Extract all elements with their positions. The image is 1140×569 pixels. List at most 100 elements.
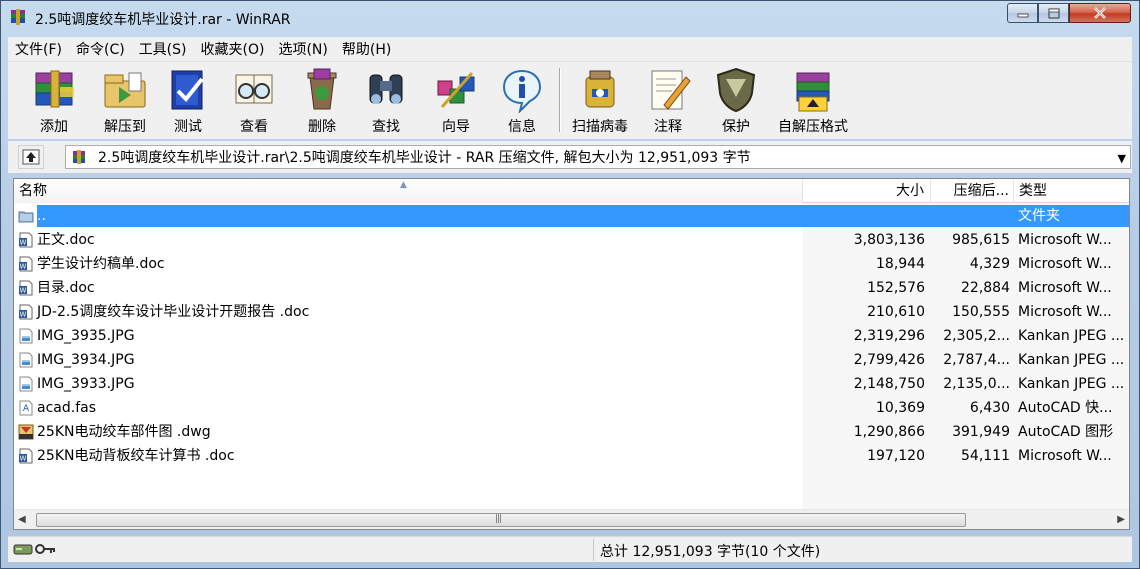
file-name: 目录.doc — [37, 280, 95, 296]
file-type: Kankan JPEG ... — [1018, 352, 1125, 368]
horizontal-scrollbar[interactable]: ◀ ||| ▶ — [14, 509, 1129, 529]
wizard-button[interactable]: 向导 — [426, 66, 486, 136]
file-type: Microsoft W... — [1018, 256, 1112, 272]
up-one-level-button[interactable] — [18, 145, 44, 169]
file-packed-size: 2,787,4... — [943, 352, 1010, 368]
svg-text:W: W — [20, 455, 27, 463]
find-icon — [360, 66, 412, 113]
extract-to-button[interactable]: 解压到 — [92, 66, 158, 136]
svg-text:W: W — [20, 239, 27, 247]
file-name: IMG_3934.JPG — [37, 352, 135, 368]
file-row[interactable]: IMG_3935.JPG 2,319,296 2,305,2... Kankan JP… — [14, 324, 1129, 348]
file-row[interactable]: 25KN电动绞车部件图 .dwg 1,290,866 391,949 AutoCAD … — [14, 420, 1129, 444]
file-name: 25KN电动绞车部件图 .dwg — [37, 424, 211, 440]
menu-favorites[interactable]: 收藏夹(O) — [194, 39, 272, 59]
file-packed-size: 2,305,2... — [943, 328, 1010, 344]
column-header-type[interactable]: 类型 — [1014, 179, 1129, 203]
file-name-cell: .. — [14, 204, 803, 228]
minimize-button[interactable] — [1007, 3, 1038, 23]
menu-help[interactable]: 帮助(H) — [335, 39, 398, 59]
up-arrow-icon — [22, 149, 40, 165]
file-row[interactable]: W 学生设计约稿单.doc 18,944 4,329 Microsoft W... — [14, 252, 1129, 276]
archive-icon — [73, 150, 85, 164]
file-row[interactable]: W 目录.doc 152,576 22,884 Microsoft W... — [14, 276, 1129, 300]
info-label: 信息 — [508, 119, 536, 135]
scroll-right-icon[interactable]: ▶ — [1117, 514, 1125, 525]
winrar-app-icon — [11, 9, 25, 25]
status-separator — [593, 539, 594, 561]
dwg-file-icon — [18, 424, 34, 440]
file-size: 2,319,296 — [853, 328, 925, 344]
key-icon[interactable] — [35, 542, 57, 556]
file-name-cell: W JD-2.5调度绞车设计毕业设计开题报告 .doc — [14, 300, 803, 324]
add-button[interactable]: 添加 — [24, 66, 84, 136]
file-size: 10,369 — [876, 400, 925, 416]
view-button[interactable]: 查看 — [224, 66, 284, 136]
file-name-cell: W 目录.doc — [14, 276, 803, 300]
column-name-label: 名称 — [19, 183, 47, 199]
file-row[interactable]: W 正文.doc 3,803,136 985,615 Microsoft W... — [14, 228, 1129, 252]
menu-tools[interactable]: 工具(S) — [132, 39, 194, 59]
file-name-cell: IMG_3935.JPG — [14, 324, 803, 348]
scroll-left-icon[interactable]: ◀ — [18, 514, 26, 525]
status-icons — [13, 542, 57, 556]
sort-ascending-icon: ▲ — [400, 180, 407, 190]
test-icon — [162, 66, 214, 113]
file-packed-size: 6,430 — [969, 400, 1010, 416]
file-name: 25KN电动背板绞车计算书 .doc — [37, 448, 235, 464]
jpeg-icon — [18, 376, 34, 392]
window-title: 2.5吨调度绞车机毕业设计.rar - WinRAR — [35, 12, 291, 28]
menu-commands[interactable]: 命令(C) — [69, 39, 132, 59]
info-button[interactable]: 信息 — [492, 66, 552, 136]
file-row[interactable]: IMG_3934.JPG 2,799,426 2,787,4... Kankan JP… — [14, 348, 1129, 372]
file-packed-size: 150,555 — [952, 304, 1010, 320]
maximize-button[interactable] — [1038, 3, 1069, 23]
virus-scan-icon — [574, 66, 626, 113]
close-button[interactable] — [1069, 3, 1131, 23]
svg-text:W: W — [20, 287, 27, 295]
delete-label: 删除 — [308, 119, 336, 135]
chevron-down-icon[interactable]: ▼ — [1118, 152, 1126, 165]
grip-icon: ||| — [495, 514, 502, 524]
virus-scan-label: 扫描病毒 — [572, 119, 628, 135]
file-size: 3,803,136 — [853, 232, 925, 248]
file-size: 2,148,750 — [853, 376, 925, 392]
file-type: Microsoft W... — [1018, 232, 1112, 248]
sfx-button[interactable]: 自解压格式 — [770, 66, 856, 136]
scrollbar-thumb[interactable]: ||| — [36, 513, 966, 527]
file-name: IMG_3935.JPG — [37, 328, 135, 344]
minimize-icon — [1017, 13, 1028, 18]
file-row[interactable]: W 25KN电动背板绞车计算书 .doc 197,120 54,111 Microsof… — [14, 444, 1129, 468]
title-bar[interactable]: 2.5吨调度绞车机毕业设计.rar - WinRAR — [1, 1, 1139, 35]
file-name: 正文.doc — [37, 232, 95, 248]
sfx-icon — [787, 66, 839, 113]
column-header-name[interactable]: 名称 ▲ — [14, 179, 803, 203]
menu-file[interactable]: 文件(F) — [8, 39, 69, 59]
test-button[interactable]: 测试 — [158, 66, 218, 136]
file-row[interactable]: W JD-2.5调度绞车设计毕业设计开题报告 .doc 210,610 150,555… — [14, 300, 1129, 324]
comment-button[interactable]: 注释 — [638, 66, 698, 136]
protect-button[interactable]: 保护 — [706, 66, 766, 136]
drive-icon[interactable] — [13, 542, 33, 556]
comment-label: 注释 — [654, 119, 682, 135]
parent-folder-row[interactable]: .. 文件夹 — [14, 204, 1129, 228]
delete-button[interactable]: 删除 — [292, 66, 352, 136]
svg-text:A: A — [23, 404, 30, 414]
address-path: 2.5吨调度绞车机毕业设计.rar\2.5吨调度绞车机毕业设计 - RAR 压缩… — [98, 150, 751, 166]
file-row[interactable]: IMG_3933.JPG 2,148,750 2,135,0... Kankan JP… — [14, 372, 1129, 396]
view-label: 查看 — [240, 119, 268, 135]
find-button[interactable]: 查找 — [356, 66, 416, 136]
column-header-packed[interactable]: 压缩后... — [931, 179, 1014, 203]
menu-options[interactable]: 选项(N) — [271, 39, 334, 59]
address-bar[interactable]: 2.5吨调度绞车机毕业设计.rar\2.5吨调度绞车机毕业设计 - RAR 压缩… — [65, 145, 1131, 169]
wizard-icon — [430, 66, 482, 113]
fas-file-icon: A — [18, 400, 34, 416]
svg-text:W: W — [20, 263, 27, 271]
column-header-size[interactable]: 大小 — [803, 179, 931, 203]
file-packed-size: 2,135,0... — [943, 376, 1010, 392]
winrar-window: 2.5吨调度绞车机毕业设计.rar - WinRAR 文件(F) 命令(C) 工… — [0, 0, 1140, 569]
jpeg-icon — [18, 352, 34, 368]
file-rows: .. 文件夹 W 正文.doc 3,803,136 985,615 Microsoft W.… — [14, 204, 1129, 468]
virus-scan-button[interactable]: 扫描病毒 — [568, 66, 632, 136]
file-row[interactable]: Aacad.fas 10,369 6,430 AutoCAD 快... — [14, 396, 1129, 420]
